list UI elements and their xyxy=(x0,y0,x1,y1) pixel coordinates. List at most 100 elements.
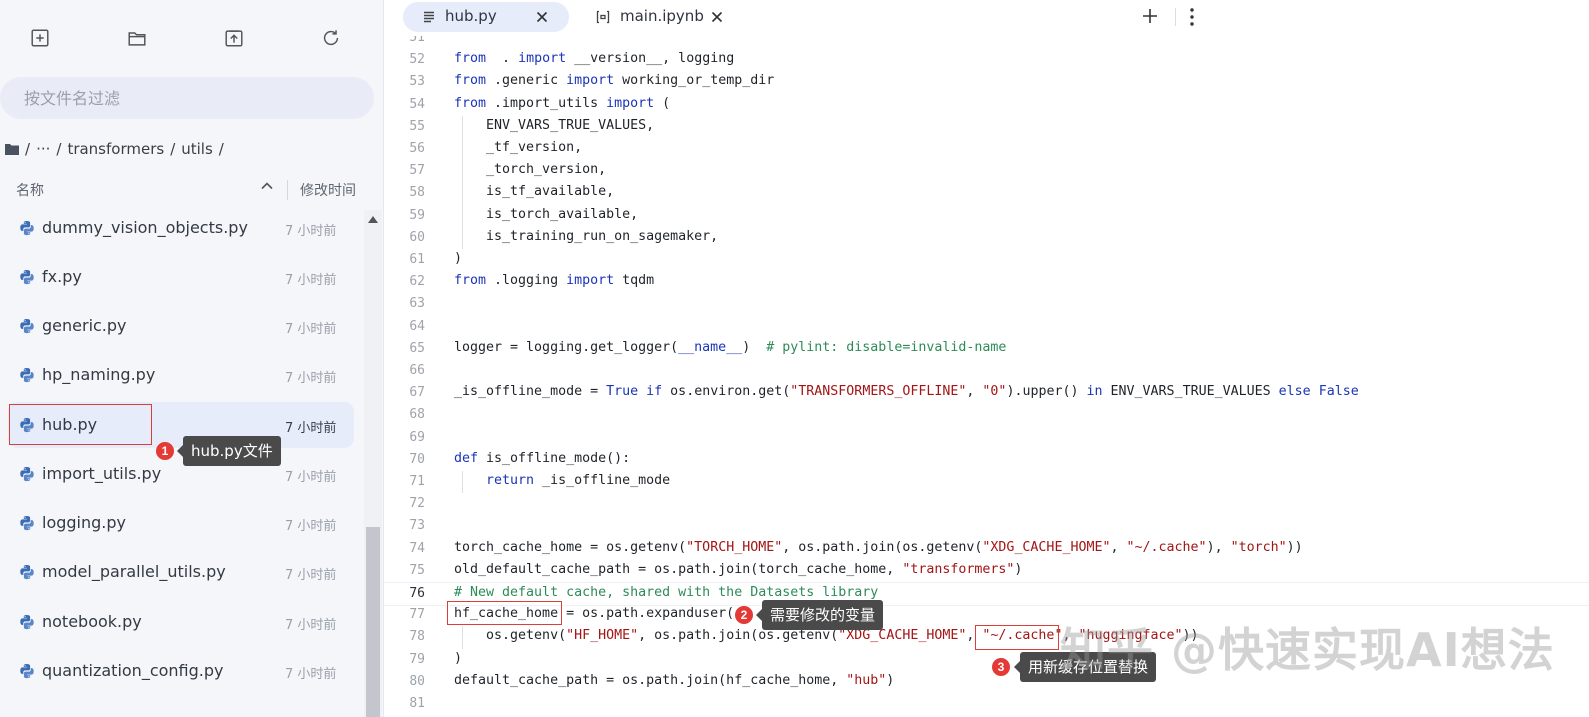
code-line[interactable]: 72 xyxy=(384,493,1589,515)
code-line[interactable]: 69 xyxy=(384,427,1589,449)
file-name: logging.py xyxy=(42,513,126,532)
code-token: ENV_VARS_TRUE_VALUES, xyxy=(454,117,655,133)
file-row[interactable]: model_parallel_utils.py 7 小时前 xyxy=(8,549,354,595)
breadcrumb: / ··· / transformers / utils / xyxy=(5,138,224,160)
line-number: 55 xyxy=(409,118,425,134)
code-line[interactable]: 57 _torch_version, xyxy=(384,160,1589,182)
code-token: "TORCH_HOME" xyxy=(686,539,783,555)
code-line[interactable]: 68 xyxy=(384,404,1589,426)
file-filter-input[interactable] xyxy=(0,77,374,119)
code-line[interactable]: 74 torch_cache_home = os.getenv("TORCH_HO… xyxy=(384,538,1589,560)
code-token: _is_offline_mode = xyxy=(454,384,607,400)
code-line[interactable]: 60 is_training_run_on_sagemaker, xyxy=(384,227,1589,249)
breadcrumb-ellipsis[interactable]: ··· xyxy=(36,140,50,158)
code-line[interactable]: 71 return _is_offline_mode xyxy=(384,471,1589,493)
code-token: ) xyxy=(1014,561,1023,577)
code-line[interactable]: 63 xyxy=(384,293,1589,315)
code-line[interactable]: 66 xyxy=(384,360,1589,382)
tab-main-ipynb[interactable]: main.ipynb xyxy=(574,2,734,32)
code-line[interactable]: 81 xyxy=(384,693,1589,715)
close-icon[interactable] xyxy=(534,9,550,25)
code-token: _torch_version, xyxy=(454,162,607,178)
code-line[interactable]: 59 is_torch_available, xyxy=(384,205,1589,227)
file-modified-time: 7 小时前 xyxy=(285,273,337,288)
line-number: 62 xyxy=(409,274,425,290)
folder-icon[interactable] xyxy=(5,143,19,155)
code-text: is_torch_available, xyxy=(454,207,638,222)
code-text: from .logging import tqdm xyxy=(454,273,654,288)
breadcrumb-transformers[interactable]: transformers xyxy=(67,140,164,158)
file-modified-time: 7 小时前 xyxy=(285,224,337,239)
more-vertical-icon[interactable] xyxy=(1184,6,1200,28)
code-token: is_training_run_on_sagemaker, xyxy=(454,228,719,244)
tab-bar-divider xyxy=(1175,8,1176,26)
plus-icon[interactable] xyxy=(1141,7,1159,25)
breadcrumb-separator: / xyxy=(218,140,224,158)
scroll-up-arrow-icon[interactable] xyxy=(368,216,378,223)
code-token: is_torch_available, xyxy=(454,206,639,222)
code-line[interactable]: 51 xyxy=(384,36,1589,49)
file-row[interactable]: quantization_config.py 7 小时前 xyxy=(8,648,354,694)
code-text: # New default cache, shared with the Dat… xyxy=(454,585,878,600)
refresh-icon[interactable] xyxy=(319,26,343,50)
file-row[interactable]: hp_naming.py 7 小时前 xyxy=(8,352,354,398)
new-file-icon[interactable] xyxy=(28,26,52,50)
python-file-icon xyxy=(20,368,34,383)
code-token: , xyxy=(1110,539,1127,555)
code-line[interactable]: 64 xyxy=(384,316,1589,338)
column-divider[interactable] xyxy=(287,180,288,200)
code-token: torch_cache_home = os.getenv( xyxy=(454,539,687,555)
column-header-modified[interactable]: 修改时间 xyxy=(300,180,356,200)
code-line[interactable]: 54 from .import_utils import ( xyxy=(384,94,1589,116)
file-row[interactable]: fx.py 7 小时前 xyxy=(8,254,354,300)
indent-guide xyxy=(462,471,463,494)
code-line[interactable]: 65 logger = logging.get_logger(__name__) … xyxy=(384,338,1589,360)
line-number: 54 xyxy=(409,96,425,112)
tab-hub-py[interactable]: hub.py xyxy=(403,2,569,32)
file-row[interactable]: generic.py 7 小时前 xyxy=(8,303,354,349)
code-text: ENV_VARS_TRUE_VALUES, xyxy=(454,118,654,133)
code-token: "~/.cache" xyxy=(1126,539,1207,555)
code-token: import xyxy=(566,273,615,289)
chevron-up-icon[interactable] xyxy=(259,178,275,194)
code-line[interactable]: 56 _tf_version, xyxy=(384,138,1589,160)
file-row[interactable]: logging.py 7 小时前 xyxy=(8,500,354,546)
code-line[interactable]: 75 old_default_cache_path = os.path.join(… xyxy=(384,560,1589,582)
code-line[interactable]: 61) xyxy=(384,249,1589,271)
code-token: os.environ.get( xyxy=(662,384,791,400)
code-text: _torch_version, xyxy=(454,162,606,177)
indent-guide xyxy=(462,626,463,649)
file-list: dummy_vision_objects.py 7 小时前 fx.py 7 小时前 ge… xyxy=(0,203,364,717)
file-modified-time: 7 小时前 xyxy=(285,322,337,337)
code-line[interactable]: 53 from .generic import working_or_temp_d… xyxy=(384,71,1589,93)
code-token: ( xyxy=(654,95,671,111)
file-row[interactable]: notebook.py 7 小时前 xyxy=(8,599,354,645)
code-line[interactable]: 55 ENV_VARS_TRUE_VALUES, xyxy=(384,116,1589,138)
breadcrumb-utils[interactable]: utils xyxy=(181,140,213,158)
code-line[interactable]: 62 from .logging import tqdm xyxy=(384,271,1589,293)
python-file-icon xyxy=(20,270,34,285)
code-token: , xyxy=(966,384,983,400)
upload-icon[interactable] xyxy=(222,26,246,50)
file-row[interactable]: import_utils.py 7 小时前 xyxy=(8,451,354,497)
code-line[interactable]: 73 xyxy=(384,515,1589,537)
code-line[interactable]: 76 # New default cache, shared with the D… xyxy=(384,582,1589,606)
close-icon[interactable] xyxy=(709,9,725,25)
code-text: logger = logging.get_logger(__name__) # … xyxy=(454,340,1006,355)
code-text: ) xyxy=(454,651,462,666)
line-number: 52 xyxy=(409,52,425,68)
new-folder-icon[interactable] xyxy=(125,26,149,50)
file-row[interactable]: dummy_vision_objects.py 7 小时前 xyxy=(8,205,354,251)
file-list-header: 名称 修改时间 xyxy=(0,172,383,206)
code-line[interactable]: 67 _is_offline_mode = True if os.environ.… xyxy=(384,382,1589,404)
scrollbar-thumb[interactable] xyxy=(366,527,380,717)
code-token: ) xyxy=(454,251,463,266)
line-number: 53 xyxy=(409,74,425,90)
code-line[interactable]: 52 from . import __version__, logging xyxy=(384,49,1589,71)
code-token: "XDG_CACHE_HOME" xyxy=(838,628,967,644)
code-line[interactable]: 58 is_tf_available, xyxy=(384,182,1589,204)
code-token: return xyxy=(486,473,535,488)
column-header-name[interactable]: 名称 xyxy=(16,180,44,200)
code-line[interactable]: 70 def is_offline_mode(): xyxy=(384,449,1589,471)
code-text: old_default_cache_path = os.path.join(to… xyxy=(454,562,1022,577)
